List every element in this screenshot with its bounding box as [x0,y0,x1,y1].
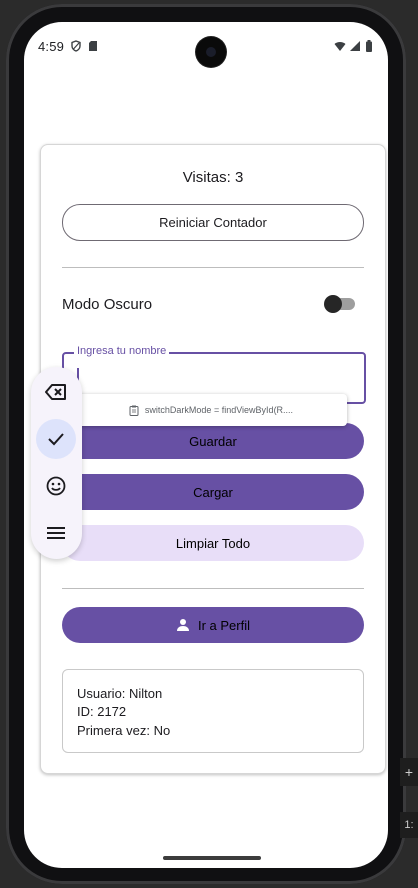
main-card: Visitas: 3 Reiniciar Contador Modo Oscur… [40,144,386,774]
go-to-profile-button[interactable]: Ir a Perfil [62,607,364,643]
front-camera [196,37,226,67]
divider-bottom [62,588,364,589]
confirm-button[interactable] [36,419,76,459]
wifi-icon [334,39,346,51]
reset-counter-button[interactable]: Reiniciar Contador [62,204,364,241]
check-icon [47,432,65,446]
clear-all-button[interactable]: Limpiar Todo [62,525,364,561]
sd-card-icon [87,39,99,51]
user-id-line: ID: 2172 [77,704,127,719]
emulator-zoom-label: 1: [400,812,418,838]
status-bar: 4:59 [24,22,388,74]
menu-button[interactable] [36,513,76,553]
first-time-line: Primera vez: No [77,723,171,738]
battery-icon [365,39,373,52]
backspace-button[interactable] [36,372,76,412]
clipboard-icon [129,405,139,416]
home-indicator[interactable] [163,856,261,860]
load-button[interactable]: Cargar [62,474,364,510]
name-input-label: Ingresa tu nombre [74,345,170,357]
status-time: 4:59 [38,39,65,54]
user-info-box: Usuario: Nilton ID: 2172 Primera vez: No [62,669,364,753]
go-to-profile-label: Ir a Perfil [197,617,250,633]
signal-icon [349,39,361,51]
floating-toolbar [31,367,82,559]
backspace-icon [45,383,67,401]
dark-mode-switch[interactable] [324,295,342,313]
emoji-button[interactable] [36,466,76,506]
device-screen: 4:59 Visitas: 3 Reiniciar Contador Modo … [24,22,388,868]
clipboard-suggestion-text: switchDarkMode = findViewById(R.... [144,405,294,415]
divider-top [62,267,364,268]
visits-counter: Visitas: 3 [182,169,244,186]
emoji-icon [46,476,66,496]
clipboard-suggestion[interactable]: switchDarkMode = findViewById(R.... [75,394,347,426]
menu-icon [47,526,65,540]
emulator-zoom-in-button[interactable]: + [400,758,418,786]
device-frame: + 1: 4:59 Visitas: 3 Reiniciar Contador … [0,0,418,888]
dark-mode-label: Modo Oscuro [62,296,153,313]
save-button[interactable]: Guardar [62,423,364,459]
person-icon [176,618,190,632]
shield-icon [70,39,82,52]
user-name-line: Usuario: Nilton [77,686,163,701]
